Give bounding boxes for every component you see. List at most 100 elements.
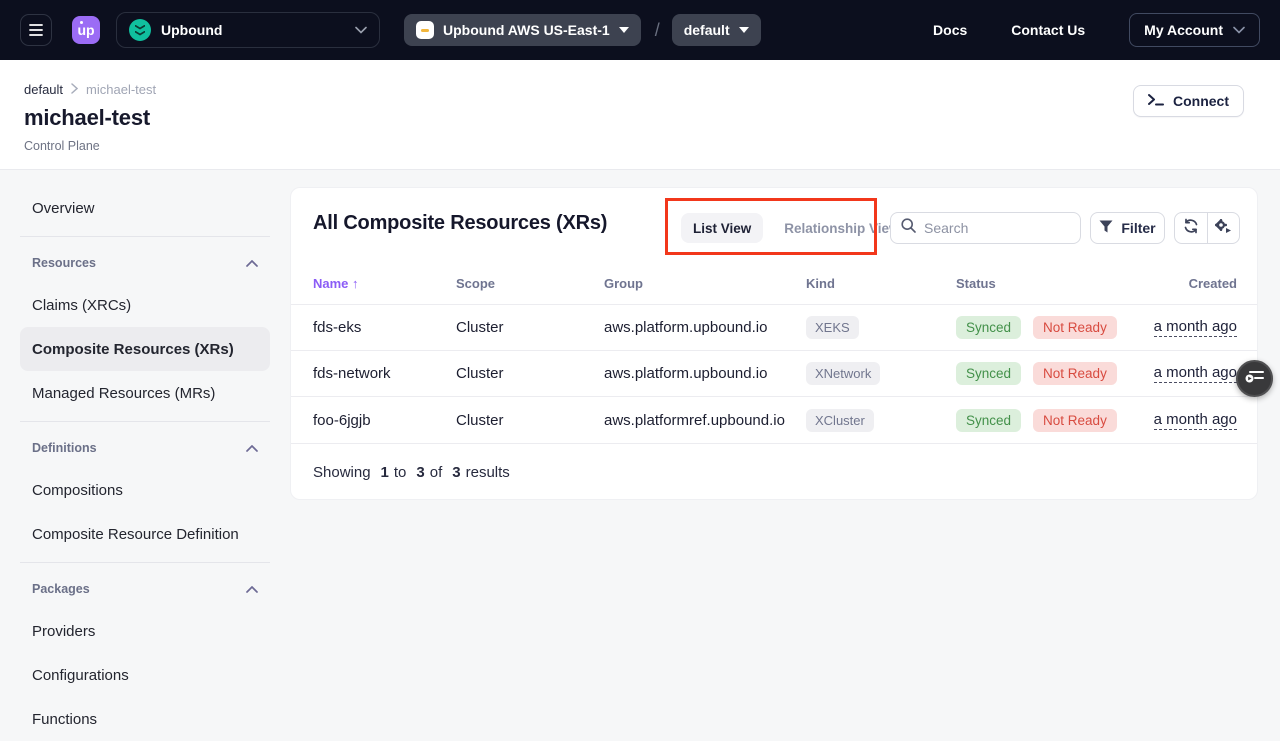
chevron-up-icon bbox=[246, 260, 258, 267]
logo-dot bbox=[80, 21, 83, 24]
result-from: 1 bbox=[381, 464, 389, 481]
sidebar-section-definitions[interactable]: Definitions bbox=[20, 428, 270, 468]
page-header: default michael-test michael-test Contro… bbox=[0, 60, 1280, 170]
table-row[interactable]: foo-6jgjb Cluster aws.platformref.upboun… bbox=[291, 397, 1257, 443]
filter-label: Filter bbox=[1121, 220, 1155, 236]
upbound-logo[interactable]: up bbox=[72, 16, 100, 44]
top-navbar: up Upbound Upbound AWS US-East-1 / defau… bbox=[0, 0, 1280, 60]
sidebar-divider bbox=[20, 236, 270, 237]
contact-us-link[interactable]: Contact Us bbox=[1011, 22, 1085, 38]
chevron-up-icon bbox=[246, 586, 258, 593]
breadcrumb: default michael-test bbox=[24, 82, 1280, 97]
page-title: michael-test bbox=[24, 105, 1280, 131]
chevron-down-icon bbox=[1233, 23, 1245, 37]
not-ready-badge: Not Ready bbox=[1033, 409, 1117, 432]
sidebar-item-functions[interactable]: Functions bbox=[20, 697, 270, 741]
chevron-right-icon bbox=[71, 83, 78, 97]
cell-name: fds-eks bbox=[313, 319, 456, 336]
sidebar-item-configurations[interactable]: Configurations bbox=[20, 653, 270, 697]
cell-kind: XCluster bbox=[806, 409, 956, 432]
organization-icon bbox=[129, 19, 151, 41]
organization-selector[interactable]: Upbound bbox=[116, 12, 380, 48]
breadcrumb-org[interactable]: default bbox=[24, 82, 63, 97]
view-toggle: List View Relationship View bbox=[681, 213, 900, 243]
my-account-button[interactable]: My Account bbox=[1129, 13, 1260, 47]
kind-badge: XCluster bbox=[806, 409, 874, 432]
column-header-status: Status bbox=[956, 276, 1146, 291]
cell-kind: XEKS bbox=[806, 316, 956, 339]
chevron-up-icon bbox=[246, 445, 258, 452]
terminal-icon bbox=[1148, 93, 1164, 109]
tab-relationship-view[interactable]: Relationship View bbox=[784, 221, 899, 236]
sidebar-item-compositions[interactable]: Compositions bbox=[20, 468, 270, 512]
table-row[interactable]: fds-network Cluster aws.platform.upbound… bbox=[291, 351, 1257, 397]
search-input[interactable] bbox=[924, 220, 1054, 236]
chevron-down-icon bbox=[619, 27, 629, 33]
cell-scope: Cluster bbox=[456, 365, 604, 382]
breadcrumb-leaf: michael-test bbox=[86, 82, 156, 97]
sidebar-item-managed-resources[interactable]: Managed Resources (MRs) bbox=[20, 371, 270, 415]
sidebar-item-overview[interactable]: Overview bbox=[20, 186, 270, 230]
changelog-widget-button[interactable] bbox=[1236, 360, 1273, 397]
sidebar: Overview Resources Claims (XRCs) Composi… bbox=[20, 186, 270, 741]
control-plane-icon bbox=[416, 21, 434, 39]
column-header-name[interactable]: Name ↑ bbox=[313, 276, 456, 291]
cell-group: aws.platformref.upbound.io bbox=[604, 412, 806, 429]
sidebar-section-packages[interactable]: Packages bbox=[20, 569, 270, 609]
filter-button[interactable]: Filter bbox=[1090, 212, 1165, 244]
docs-link[interactable]: Docs bbox=[933, 22, 967, 38]
chevron-down-icon bbox=[739, 27, 749, 33]
search-icon bbox=[901, 218, 916, 238]
control-plane-selector[interactable]: Upbound AWS US-East-1 bbox=[404, 14, 641, 46]
connect-label: Connect bbox=[1173, 93, 1229, 109]
cell-created: a month ago bbox=[1154, 364, 1237, 383]
panel-title: All Composite Resources (XRs) bbox=[313, 212, 607, 235]
cell-created: a month ago bbox=[1154, 411, 1237, 430]
sort-ascending-icon: ↑ bbox=[352, 276, 359, 291]
synced-badge: Synced bbox=[956, 362, 1021, 385]
synced-badge: Synced bbox=[956, 409, 1021, 432]
my-account-label: My Account bbox=[1144, 22, 1223, 38]
results-summary: Showing 1 to 3 of 3 results bbox=[291, 443, 1257, 500]
cell-name: fds-network bbox=[313, 365, 456, 382]
auto-refresh-settings-button[interactable] bbox=[1207, 213, 1240, 243]
cell-status: Synced Not Ready bbox=[956, 316, 1146, 339]
cell-group: aws.platform.upbound.io bbox=[604, 319, 806, 336]
table-actions-group bbox=[1174, 212, 1240, 244]
section-title: Packages bbox=[32, 582, 90, 596]
sidebar-section-resources[interactable]: Resources bbox=[20, 243, 270, 283]
sidebar-item-claims[interactable]: Claims (XRCs) bbox=[20, 283, 270, 327]
kind-badge: XNetwork bbox=[806, 362, 880, 385]
menu-button[interactable] bbox=[20, 14, 52, 46]
cell-status: Synced Not Ready bbox=[956, 362, 1146, 385]
changelog-icon bbox=[1245, 368, 1265, 389]
refresh-button[interactable] bbox=[1175, 213, 1207, 243]
column-header-created: Created bbox=[1189, 276, 1237, 291]
result-total: 3 bbox=[452, 464, 460, 481]
table-row[interactable]: fds-eks Cluster aws.platform.upbound.io … bbox=[291, 305, 1257, 351]
hamburger-icon bbox=[29, 24, 43, 36]
search-box[interactable] bbox=[890, 212, 1081, 244]
group-selector[interactable]: default bbox=[672, 14, 761, 46]
sidebar-item-composite-resources[interactable]: Composite Resources (XRs) bbox=[20, 327, 270, 371]
chevron-down-icon bbox=[355, 23, 367, 37]
synced-badge: Synced bbox=[956, 316, 1021, 339]
sidebar-item-composite-resource-definition[interactable]: Composite Resource Definition bbox=[20, 512, 270, 556]
refresh-icon bbox=[1183, 218, 1199, 239]
panel-header: All Composite Resources (XRs) List View … bbox=[291, 188, 1257, 263]
result-to: 3 bbox=[416, 464, 424, 481]
composite-resources-panel: All Composite Resources (XRs) List View … bbox=[290, 187, 1258, 500]
section-title: Resources bbox=[32, 256, 96, 270]
cell-scope: Cluster bbox=[456, 412, 604, 429]
not-ready-badge: Not Ready bbox=[1033, 362, 1117, 385]
not-ready-badge: Not Ready bbox=[1033, 316, 1117, 339]
cell-group: aws.platform.upbound.io bbox=[604, 365, 806, 382]
control-plane-name: Upbound AWS US-East-1 bbox=[443, 22, 610, 38]
tab-list-view[interactable]: List View bbox=[681, 213, 763, 243]
cell-scope: Cluster bbox=[456, 319, 604, 336]
column-header-scope: Scope bbox=[456, 276, 604, 291]
column-header-group: Group bbox=[604, 276, 806, 291]
section-title: Definitions bbox=[32, 441, 97, 455]
sidebar-item-providers[interactable]: Providers bbox=[20, 609, 270, 653]
connect-button[interactable]: Connect bbox=[1133, 85, 1244, 117]
